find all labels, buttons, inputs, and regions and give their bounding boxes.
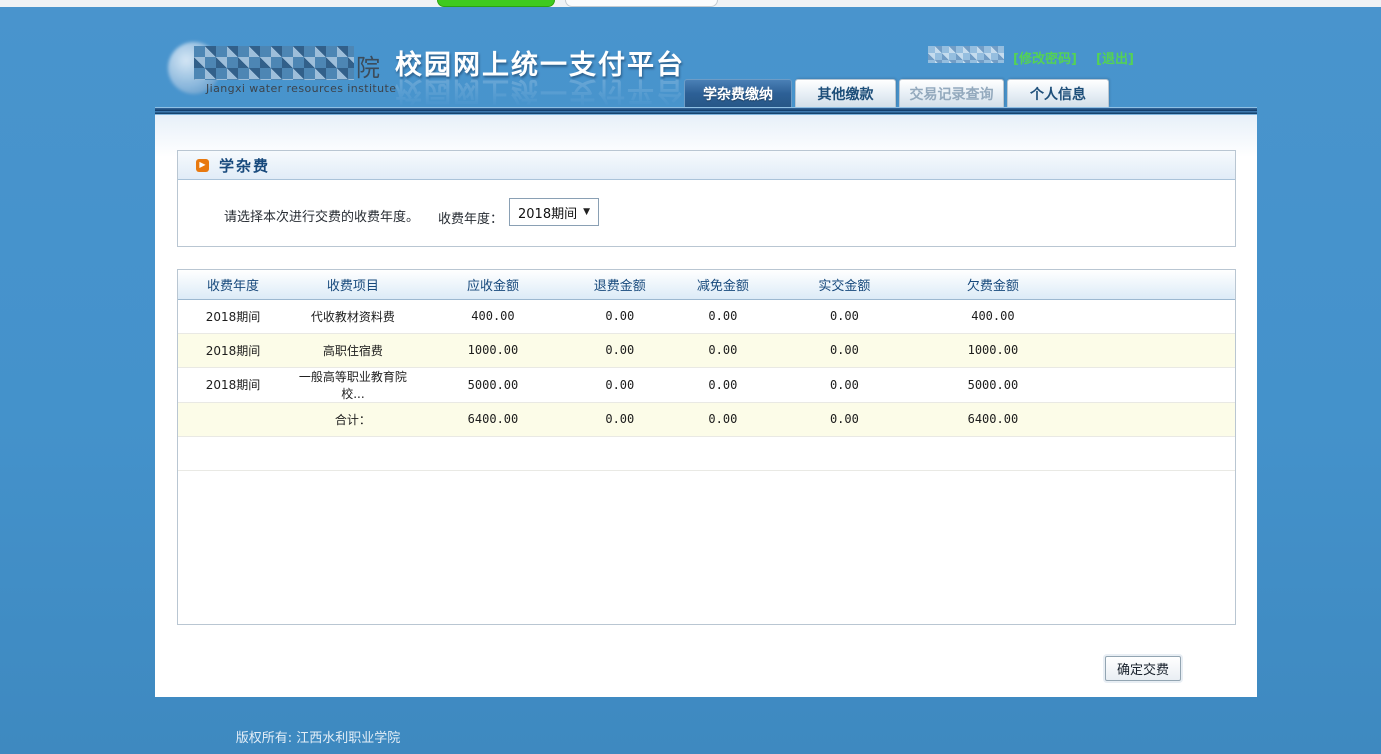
cell-refund: 0.00 xyxy=(568,367,672,403)
cell-year xyxy=(178,402,288,437)
tab-tuition-payment[interactable]: 学杂费缴纳 xyxy=(684,79,792,107)
change-password-link[interactable]: [修改密码] xyxy=(1013,48,1077,67)
cell-owed: 1000.00 xyxy=(914,333,1072,368)
cell-paid: 0.00 xyxy=(774,367,915,403)
cell-paid: 0.00 xyxy=(774,402,915,437)
col-header-owed: 欠费金额 xyxy=(914,270,1072,300)
cell-paid: 0.00 xyxy=(774,299,915,334)
cell-receivable: 400.00 xyxy=(417,299,569,334)
cell-reduction: 0.00 xyxy=(671,367,775,403)
cell-owed: 400.00 xyxy=(914,299,1072,334)
browser-button-remnant-green[interactable] xyxy=(437,0,555,7)
col-header-refund: 退费金额 xyxy=(568,270,672,300)
fee-section-body: 请选择本次进行交费的收费年度。 收费年度： 2018期间 ▼ xyxy=(178,180,1235,246)
copyright-owner: 版权所有: 江西水利职业学院 xyxy=(235,731,401,746)
col-header-reduction: 减免金额 xyxy=(671,270,775,300)
logout-link[interactable]: [退出] xyxy=(1096,48,1134,67)
nav-tabs: 学杂费缴纳 其他缴款 交易记录查询 个人信息 xyxy=(684,79,1109,107)
cell-receivable: 5000.00 xyxy=(417,367,569,403)
cell-receivable: 6400.00 xyxy=(417,402,569,437)
cell-refund: 0.00 xyxy=(568,299,672,334)
cell-owed: 5000.00 xyxy=(914,367,1072,403)
fee-row-dormitory: 2018期间 高职住宿费 1000.00 0.00 0.00 0.00 1000… xyxy=(178,333,1235,368)
fee-year-label: 收费年度： xyxy=(438,212,504,227)
cell-paid: 0.00 xyxy=(774,333,915,368)
cell-receivable: 1000.00 xyxy=(417,333,569,368)
col-header-paid: 实交金额 xyxy=(774,270,915,300)
school-logo: 院 Jiangxi water resources institute xyxy=(168,38,396,96)
fee-row-empty xyxy=(178,436,1235,471)
fee-table-panel: 收费年度 收费项目 应收金额 退费金额 减免金额 实交金额 欠费金额 2018期… xyxy=(177,269,1236,625)
cell-item: 一般高等职业教育院校... xyxy=(287,367,418,403)
cell-filler xyxy=(1071,367,1235,403)
fee-section-title: 学杂费 xyxy=(219,156,271,175)
cell-refund: 0.00 xyxy=(568,333,672,368)
main-content: ▶ 学杂费 请选择本次进行交费的收费年度。 收费年度： 2018期间 ▼ 收费年… xyxy=(155,115,1257,697)
nav-divider-bar xyxy=(155,107,1257,115)
confirm-payment-button[interactable]: 确定交费 xyxy=(1105,656,1181,681)
year-select-prompt: 请选择本次进行交费的收费年度。 xyxy=(224,210,420,225)
col-header-filler xyxy=(1071,270,1235,300)
tab-personal-info[interactable]: 个人信息 xyxy=(1007,79,1109,107)
cell-item: 高职住宿费 xyxy=(287,333,418,368)
school-name-english: Jiangxi water resources institute xyxy=(206,82,397,95)
cell-total-label: 合计： xyxy=(287,402,418,437)
browser-chrome-strip xyxy=(0,0,1381,7)
col-header-receivable: 应收金额 xyxy=(417,270,569,300)
tab-transaction-history[interactable]: 交易记录查询 xyxy=(899,79,1004,107)
cell-filler xyxy=(1071,299,1235,334)
fee-year-select[interactable]: 2018期间 ▼ xyxy=(509,198,599,226)
cell-empty xyxy=(178,436,1235,471)
orange-arrow-bullet-icon: ▶ xyxy=(196,158,209,172)
fee-row-tuition: 2018期间 一般高等职业教育院校... 5000.00 0.00 0.00 0… xyxy=(178,367,1235,403)
cell-filler xyxy=(1071,402,1235,437)
cell-refund: 0.00 xyxy=(568,402,672,437)
fee-section-header: ▶ 学杂费 xyxy=(178,151,1235,180)
fee-table: 收费年度 收费项目 应收金额 退费金额 减免金额 实交金额 欠费金额 2018期… xyxy=(178,270,1235,471)
cell-reduction: 0.00 xyxy=(671,402,775,437)
fee-section-panel: ▶ 学杂费 请选择本次进行交费的收费年度。 收费年度： 2018期间 ▼ xyxy=(177,150,1236,247)
cell-reduction: 0.00 xyxy=(671,299,775,334)
school-name-visible-char: 院 xyxy=(356,54,380,82)
fee-year-selected-value: 2018期间 xyxy=(518,206,578,222)
browser-button-remnant-gray[interactable] xyxy=(565,0,718,7)
cell-reduction: 0.00 xyxy=(671,333,775,368)
fee-row-textbook: 2018期间 代收教材资料费 400.00 0.00 0.00 0.00 400… xyxy=(178,299,1235,334)
col-header-year: 收费年度 xyxy=(178,270,288,300)
fee-table-header-row: 收费年度 收费项目 应收金额 退费金额 减免金额 实交金额 欠费金额 xyxy=(178,270,1235,300)
cell-year: 2018期间 xyxy=(178,333,288,368)
fee-row-total: 合计： 6400.00 0.00 0.00 0.00 6400.00 xyxy=(178,402,1235,437)
username-blurred xyxy=(928,46,1004,63)
tab-other-payment[interactable]: 其他缴款 xyxy=(795,79,896,107)
cell-year: 2018期间 xyxy=(178,367,288,403)
payment-portal-page: 院 Jiangxi water resources institute 校园网上… xyxy=(0,7,1381,754)
col-header-item: 收费项目 xyxy=(287,270,418,300)
caret-down-icon: ▼ xyxy=(583,207,590,217)
screen: 院 Jiangxi water resources institute 校园网上… xyxy=(0,0,1381,754)
cell-owed: 6400.00 xyxy=(914,402,1072,437)
cell-filler xyxy=(1071,333,1235,368)
cell-item: 代收教材资料费 xyxy=(287,299,418,334)
cell-year: 2018期间 xyxy=(178,299,288,334)
school-name-blurred xyxy=(194,46,354,80)
